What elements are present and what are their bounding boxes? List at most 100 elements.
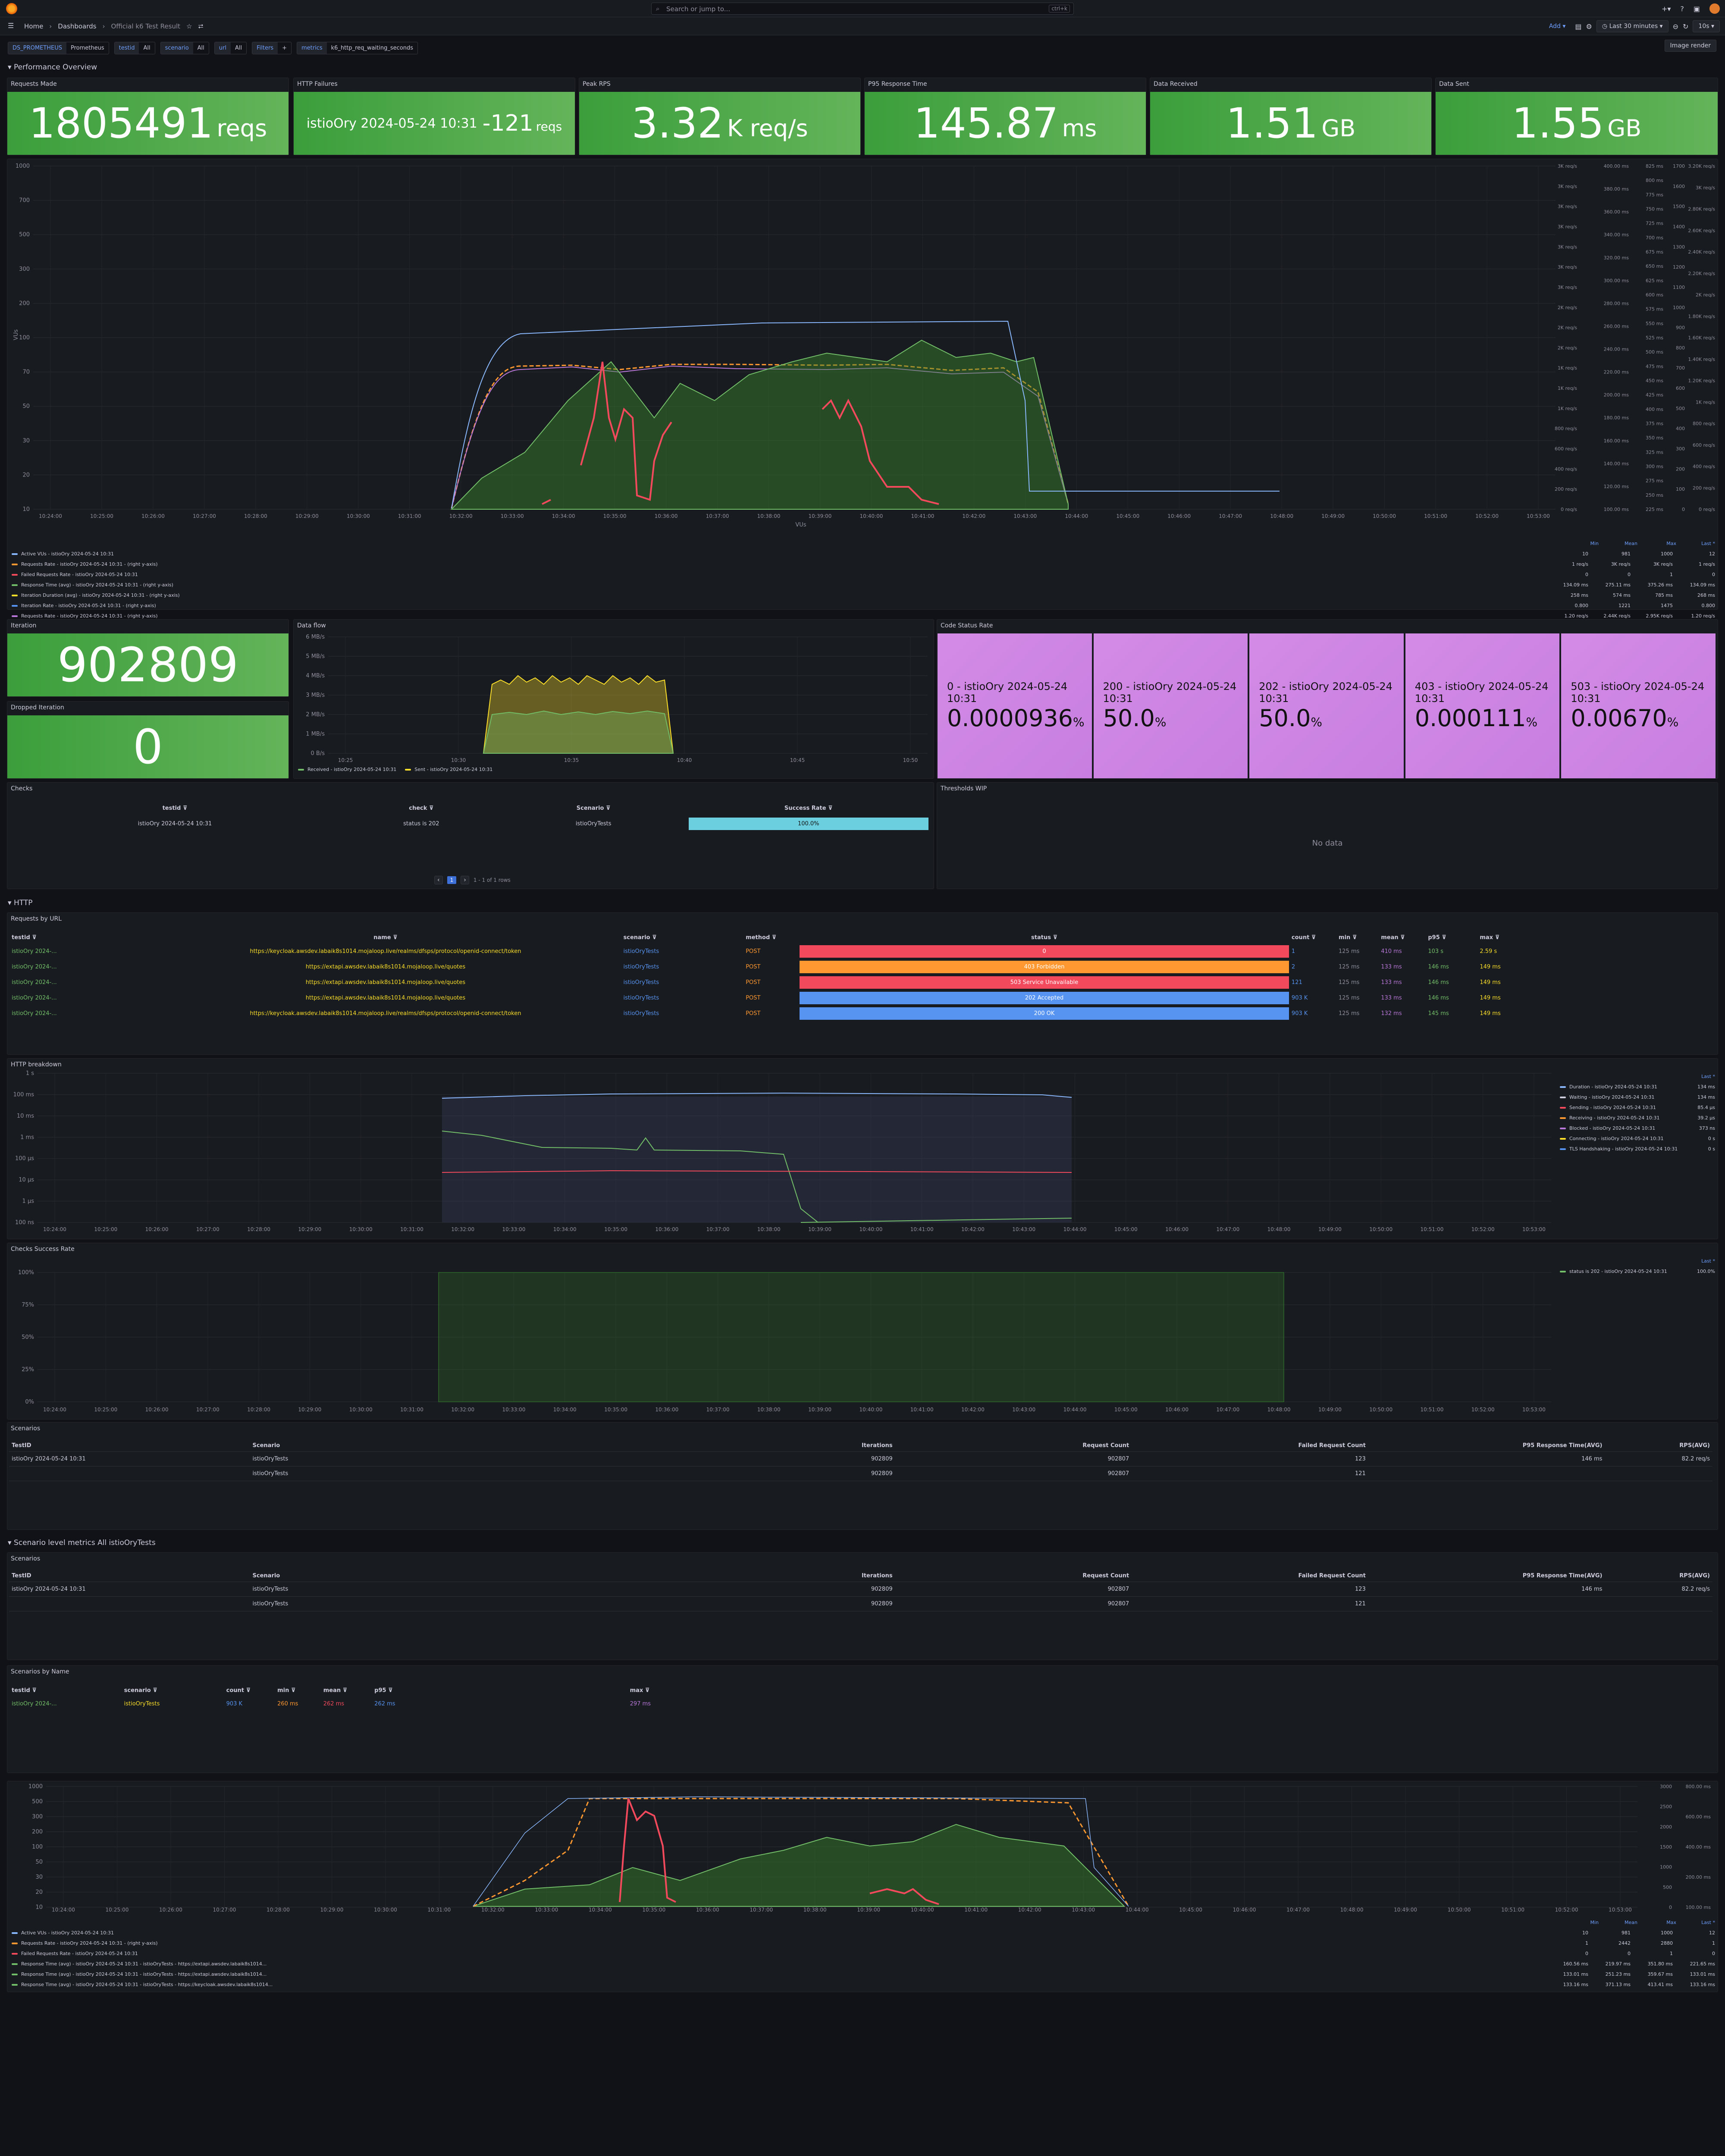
column-header[interactable]: Scenario ⊽ bbox=[502, 802, 685, 815]
legend-item[interactable]: Sent - istioOry 2024-05-24 10:31 bbox=[405, 765, 492, 775]
column-header[interactable]: status ⊽ bbox=[800, 932, 1289, 943]
variable-value[interactable]: All bbox=[231, 42, 246, 54]
column-header[interactable]: RPS(AVG) bbox=[1605, 1440, 1712, 1452]
column-header[interactable]: mean ⊽ bbox=[321, 1685, 372, 1696]
legend-item[interactable]: Iteration Rate - istioOry 2024-05-24 10:… bbox=[12, 601, 1715, 611]
column-header[interactable]: mean ⊽ bbox=[1378, 932, 1425, 943]
legend-item[interactable]: Response Time (avg) - istioOry 2024-05-2… bbox=[12, 1980, 1715, 1990]
legend-item[interactable]: Duration - istioOry 2024-05-24 10:31 134 … bbox=[1560, 1082, 1715, 1092]
column-header[interactable]: p95 ⊽ bbox=[372, 1685, 627, 1696]
legend-item[interactable]: Requests Rate - istioOry 2024-05-24 10:3… bbox=[12, 1938, 1715, 1949]
column-header[interactable]: TestID bbox=[9, 1570, 250, 1582]
variable-1[interactable]: testid All bbox=[114, 41, 155, 54]
column-header[interactable]: Iterations bbox=[680, 1570, 895, 1582]
legend-item[interactable]: status is 202 - istioOry 2024-05-24 10:3… bbox=[1560, 1266, 1715, 1277]
prev-page-button[interactable]: ‹ bbox=[434, 876, 443, 884]
legend-item[interactable]: Failed Requests Rate - istioOry 2024-05-… bbox=[12, 570, 1715, 580]
legend-item[interactable]: Active VUs - istioOry 2024-05-24 10:31 10… bbox=[12, 549, 1715, 559]
star-icon[interactable]: ☆ bbox=[186, 22, 192, 30]
column-header[interactable]: max ⊽ bbox=[1477, 932, 1712, 943]
legend-header[interactable]: Last * bbox=[1676, 539, 1715, 549]
legend-item[interactable]: Active VUs - istioOry 2024-05-24 10:31 10… bbox=[12, 1928, 1715, 1938]
variable-2[interactable]: scenario All bbox=[160, 41, 209, 54]
search-input[interactable]: ⌕ Search or jump to... ctrl+k bbox=[651, 3, 1074, 15]
row-http[interactable]: ▾ HTTP bbox=[8, 899, 32, 907]
legend-header[interactable]: Min bbox=[1560, 539, 1599, 549]
legend-item[interactable]: Blocked - istioOry 2024-05-24 10:31 373 n… bbox=[1560, 1123, 1715, 1134]
time-range-picker[interactable]: ◷ Last 30 minutes ▾ bbox=[1596, 20, 1669, 32]
legend-item[interactable]: Response Time (avg) - istioOry 2024-05-2… bbox=[12, 1969, 1715, 1980]
news-icon[interactable]: ▣ bbox=[1694, 5, 1700, 13]
column-header[interactable]: count ⊽ bbox=[1289, 932, 1336, 943]
legend-item[interactable]: Received - istioOry 2024-05-24 10:31 bbox=[298, 765, 396, 775]
variable-3[interactable]: url All bbox=[214, 41, 247, 54]
grafana-logo-icon[interactable] bbox=[6, 3, 17, 14]
column-header[interactable]: TestID bbox=[9, 1440, 250, 1452]
breadcrumb-home[interactable]: Home bbox=[24, 22, 43, 30]
column-header[interactable]: testid ⊽ bbox=[9, 802, 341, 815]
add-button[interactable]: Add ▾ bbox=[1544, 21, 1571, 32]
save-icon[interactable]: ▤ bbox=[1575, 22, 1581, 31]
column-header[interactable]: name ⊽ bbox=[150, 932, 621, 943]
column-header[interactable]: scenario ⊽ bbox=[621, 932, 743, 943]
legend-header[interactable]: Last * bbox=[1560, 1072, 1715, 1082]
column-header[interactable]: count ⊽ bbox=[224, 1685, 275, 1696]
legend-item[interactable]: Waiting - istioOry 2024-05-24 10:31 134 m… bbox=[1560, 1092, 1715, 1103]
plus-icon[interactable]: +▾ bbox=[1662, 5, 1671, 13]
column-header[interactable]: P95 Response Time(AVG) bbox=[1368, 1570, 1605, 1582]
legend-header[interactable]: Max bbox=[1637, 539, 1676, 549]
legend-item[interactable]: TLS Handshaking - istioOry 2024-05-24 10… bbox=[1560, 1144, 1715, 1154]
legend-item[interactable]: Response Time (avg) - istioOry 2024-05-2… bbox=[12, 1959, 1715, 1969]
column-header[interactable]: testid ⊽ bbox=[9, 932, 150, 943]
column-header[interactable]: max ⊽ bbox=[627, 1685, 1087, 1696]
variable-value[interactable]: All bbox=[193, 42, 209, 54]
row-scenario-level[interactable]: ▾ Scenario level metrics All istioOryTes… bbox=[8, 1539, 156, 1547]
column-header[interactable]: check ⊽ bbox=[341, 802, 502, 815]
column-header[interactable]: p95 ⊽ bbox=[1425, 932, 1477, 943]
legend-item[interactable]: Receiving - istioOry 2024-05-24 10:31 39.… bbox=[1560, 1113, 1715, 1123]
column-header[interactable]: testid ⊽ bbox=[9, 1685, 122, 1696]
legend-item[interactable]: Failed Requests Rate - istioOry 2024-05-… bbox=[12, 1949, 1715, 1959]
share-icon[interactable]: ⮂ bbox=[198, 22, 203, 30]
legend-header[interactable]: Mean bbox=[1599, 539, 1637, 549]
legend-header[interactable]: Last * bbox=[1560, 1256, 1715, 1266]
page-1-button[interactable]: 1 bbox=[447, 876, 457, 884]
column-header[interactable]: method ⊽ bbox=[743, 932, 800, 943]
legend-item[interactable]: Sending - istioOry 2024-05-24 10:31 85.4 … bbox=[1560, 1103, 1715, 1113]
column-header[interactable]: P95 Response Time(AVG) bbox=[1368, 1440, 1605, 1452]
gear-icon[interactable]: ⚙ bbox=[1586, 22, 1592, 31]
column-header[interactable]: min ⊽ bbox=[275, 1685, 321, 1696]
column-header[interactable]: Scenario bbox=[250, 1570, 680, 1582]
variable-value[interactable]: k6_http_req_waiting_seconds bbox=[327, 42, 417, 54]
column-header[interactable]: Request Count bbox=[895, 1570, 1132, 1582]
legend-header[interactable]: Min bbox=[1560, 1918, 1599, 1928]
variable-4[interactable]: Filters + bbox=[252, 41, 292, 54]
column-header[interactable]: Success Rate ⊽ bbox=[685, 802, 932, 815]
refresh-interval[interactable]: 10s ▾ bbox=[1693, 20, 1720, 32]
breadcrumb-dashboards[interactable]: Dashboards bbox=[58, 22, 96, 30]
legend-item[interactable]: Iteration Duration (avg) - istioOry 2024… bbox=[12, 590, 1715, 601]
column-header[interactable]: Failed Request Count bbox=[1132, 1440, 1368, 1452]
column-header[interactable]: RPS(AVG) bbox=[1605, 1570, 1712, 1582]
avatar[interactable] bbox=[1709, 3, 1720, 14]
help-icon[interactable]: ? bbox=[1680, 5, 1684, 13]
row-performance-overview[interactable]: ▾ Performance Overview bbox=[8, 63, 97, 72]
legend-header[interactable]: Last * bbox=[1676, 1918, 1715, 1928]
legend-item[interactable]: Connecting - istioOry 2024-05-24 10:31 0 … bbox=[1560, 1134, 1715, 1144]
column-header[interactable]: scenario ⊽ bbox=[122, 1685, 224, 1696]
refresh-icon[interactable]: ↻ bbox=[1683, 22, 1688, 31]
column-header[interactable]: Failed Request Count bbox=[1132, 1570, 1368, 1582]
legend-header[interactable]: Max bbox=[1637, 1918, 1676, 1928]
legend-item[interactable]: Response Time (avg) - istioOry 2024-05-2… bbox=[12, 580, 1715, 590]
variable-0[interactable]: DS_PROMETHEUS Prometheus bbox=[8, 41, 109, 54]
image-render-button[interactable]: Image render bbox=[1664, 40, 1716, 52]
zoom-out-icon[interactable]: ⊖ bbox=[1673, 22, 1678, 31]
variable-value[interactable]: + bbox=[278, 42, 291, 54]
variable-value[interactable]: All bbox=[139, 42, 154, 54]
column-header[interactable]: Scenario bbox=[250, 1440, 680, 1452]
next-page-button[interactable]: › bbox=[461, 876, 469, 884]
legend-header[interactable]: Mean bbox=[1599, 1918, 1637, 1928]
legend-item[interactable]: Requests Rate - istioOry 2024-05-24 10:3… bbox=[12, 559, 1715, 570]
column-header[interactable]: min ⊽ bbox=[1336, 932, 1378, 943]
column-header[interactable]: Iterations bbox=[680, 1440, 895, 1452]
